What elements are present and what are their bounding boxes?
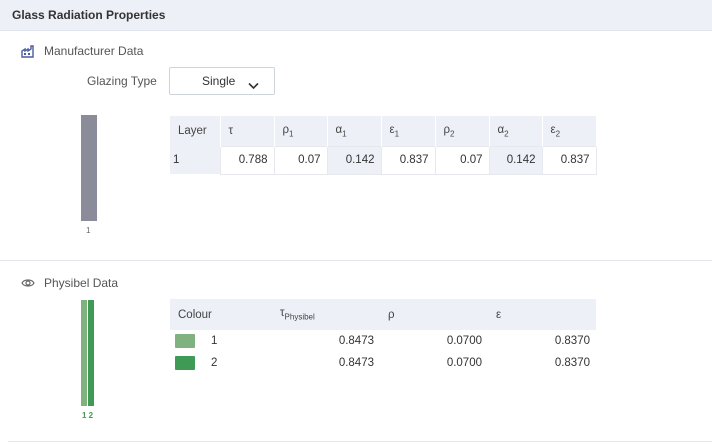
factory-icon bbox=[21, 44, 35, 58]
physibel-pane-1-visual bbox=[81, 300, 87, 406]
manufacturer-table: Layer τ ρ1 α1 ε1 ρ2 α2 ε2 1 0.788 0.07 0… bbox=[170, 116, 597, 175]
cell-rho2[interactable]: 0.07 bbox=[434, 145, 490, 175]
col-header-rho: ρ bbox=[380, 299, 488, 330]
manufacturer-section-header: Manufacturer Data bbox=[21, 44, 143, 58]
cell-rho: 0.0700 bbox=[446, 335, 482, 347]
col-header-tau: τ bbox=[220, 116, 275, 146]
bottom-divider bbox=[8, 441, 712, 442]
cell-colour: 1 bbox=[170, 330, 272, 352]
col-header-rho2: ρ2 bbox=[435, 116, 490, 146]
cell-rho1[interactable]: 0.07 bbox=[273, 145, 328, 175]
col-header-layer: Layer bbox=[170, 116, 221, 146]
cell-eps1[interactable]: 0.837 bbox=[380, 145, 436, 175]
glass-pane-index: 1 bbox=[86, 226, 91, 235]
col-header-colour: Colour bbox=[170, 299, 272, 330]
page-title: Glass Radiation Properties bbox=[12, 8, 166, 22]
physibel-pane-index: 1 2 bbox=[82, 411, 94, 420]
title-bar: Glass Radiation Properties bbox=[0, 0, 712, 31]
glass-pane-visual bbox=[81, 115, 97, 221]
cell-layer: 1 bbox=[170, 146, 220, 174]
cell-alpha2: 0.142 bbox=[488, 145, 543, 175]
table-header-row: Colour τPhysibel ρ ε bbox=[170, 299, 596, 330]
physibel-pane-2-visual bbox=[88, 300, 94, 406]
col-header-alpha1: α1 bbox=[327, 116, 382, 146]
colour-swatch bbox=[175, 356, 195, 370]
cell-tau[interactable]: 0.788 bbox=[219, 145, 275, 175]
physibel-table: Colour τPhysibel ρ ε 1 0.8473 0.0700 0.8… bbox=[170, 299, 596, 374]
cell-eps: 0.8370 bbox=[554, 335, 590, 347]
cell-colour: 2 bbox=[170, 352, 272, 374]
col-header-eps1: ε1 bbox=[381, 116, 436, 146]
table-row: 1 0.8473 0.0700 0.8370 bbox=[170, 330, 596, 352]
chevron-down-icon bbox=[248, 77, 259, 90]
table-header-row: Layer τ ρ1 α1 ε1 ρ2 α2 ε2 bbox=[170, 116, 597, 146]
physibel-section-label: Physibel Data bbox=[44, 276, 119, 290]
manufacturer-section-label: Manufacturer Data bbox=[44, 44, 144, 58]
table-row: 1 0.788 0.07 0.142 0.837 0.07 0.142 0.83… bbox=[170, 145, 597, 175]
physibel-section-header: Physibel Data bbox=[21, 276, 118, 290]
cell-eps2[interactable]: 0.837 bbox=[541, 145, 597, 175]
cell-alpha1: 0.142 bbox=[326, 145, 382, 175]
cell-tau: 0.8473 bbox=[338, 335, 374, 347]
section-divider bbox=[0, 260, 712, 261]
col-header-alpha2: α2 bbox=[489, 116, 543, 146]
cell-tau: 0.8473 bbox=[338, 357, 374, 369]
glazing-type-select[interactable]: Single bbox=[169, 67, 275, 95]
col-header-eps: ε bbox=[488, 299, 596, 330]
glazing-type-value: Single bbox=[202, 74, 236, 88]
cell-eps: 0.8370 bbox=[554, 357, 590, 369]
col-header-rho1: ρ1 bbox=[274, 116, 328, 146]
col-header-eps2: ε2 bbox=[542, 116, 597, 146]
table-row: 2 0.8473 0.0700 0.8370 bbox=[170, 352, 596, 374]
col-header-tau-physibel: τPhysibel bbox=[272, 299, 380, 330]
cell-rho: 0.0700 bbox=[446, 357, 482, 369]
colour-swatch bbox=[175, 334, 195, 348]
eye-icon bbox=[21, 276, 35, 290]
glazing-type-label: Glazing Type bbox=[87, 74, 157, 88]
